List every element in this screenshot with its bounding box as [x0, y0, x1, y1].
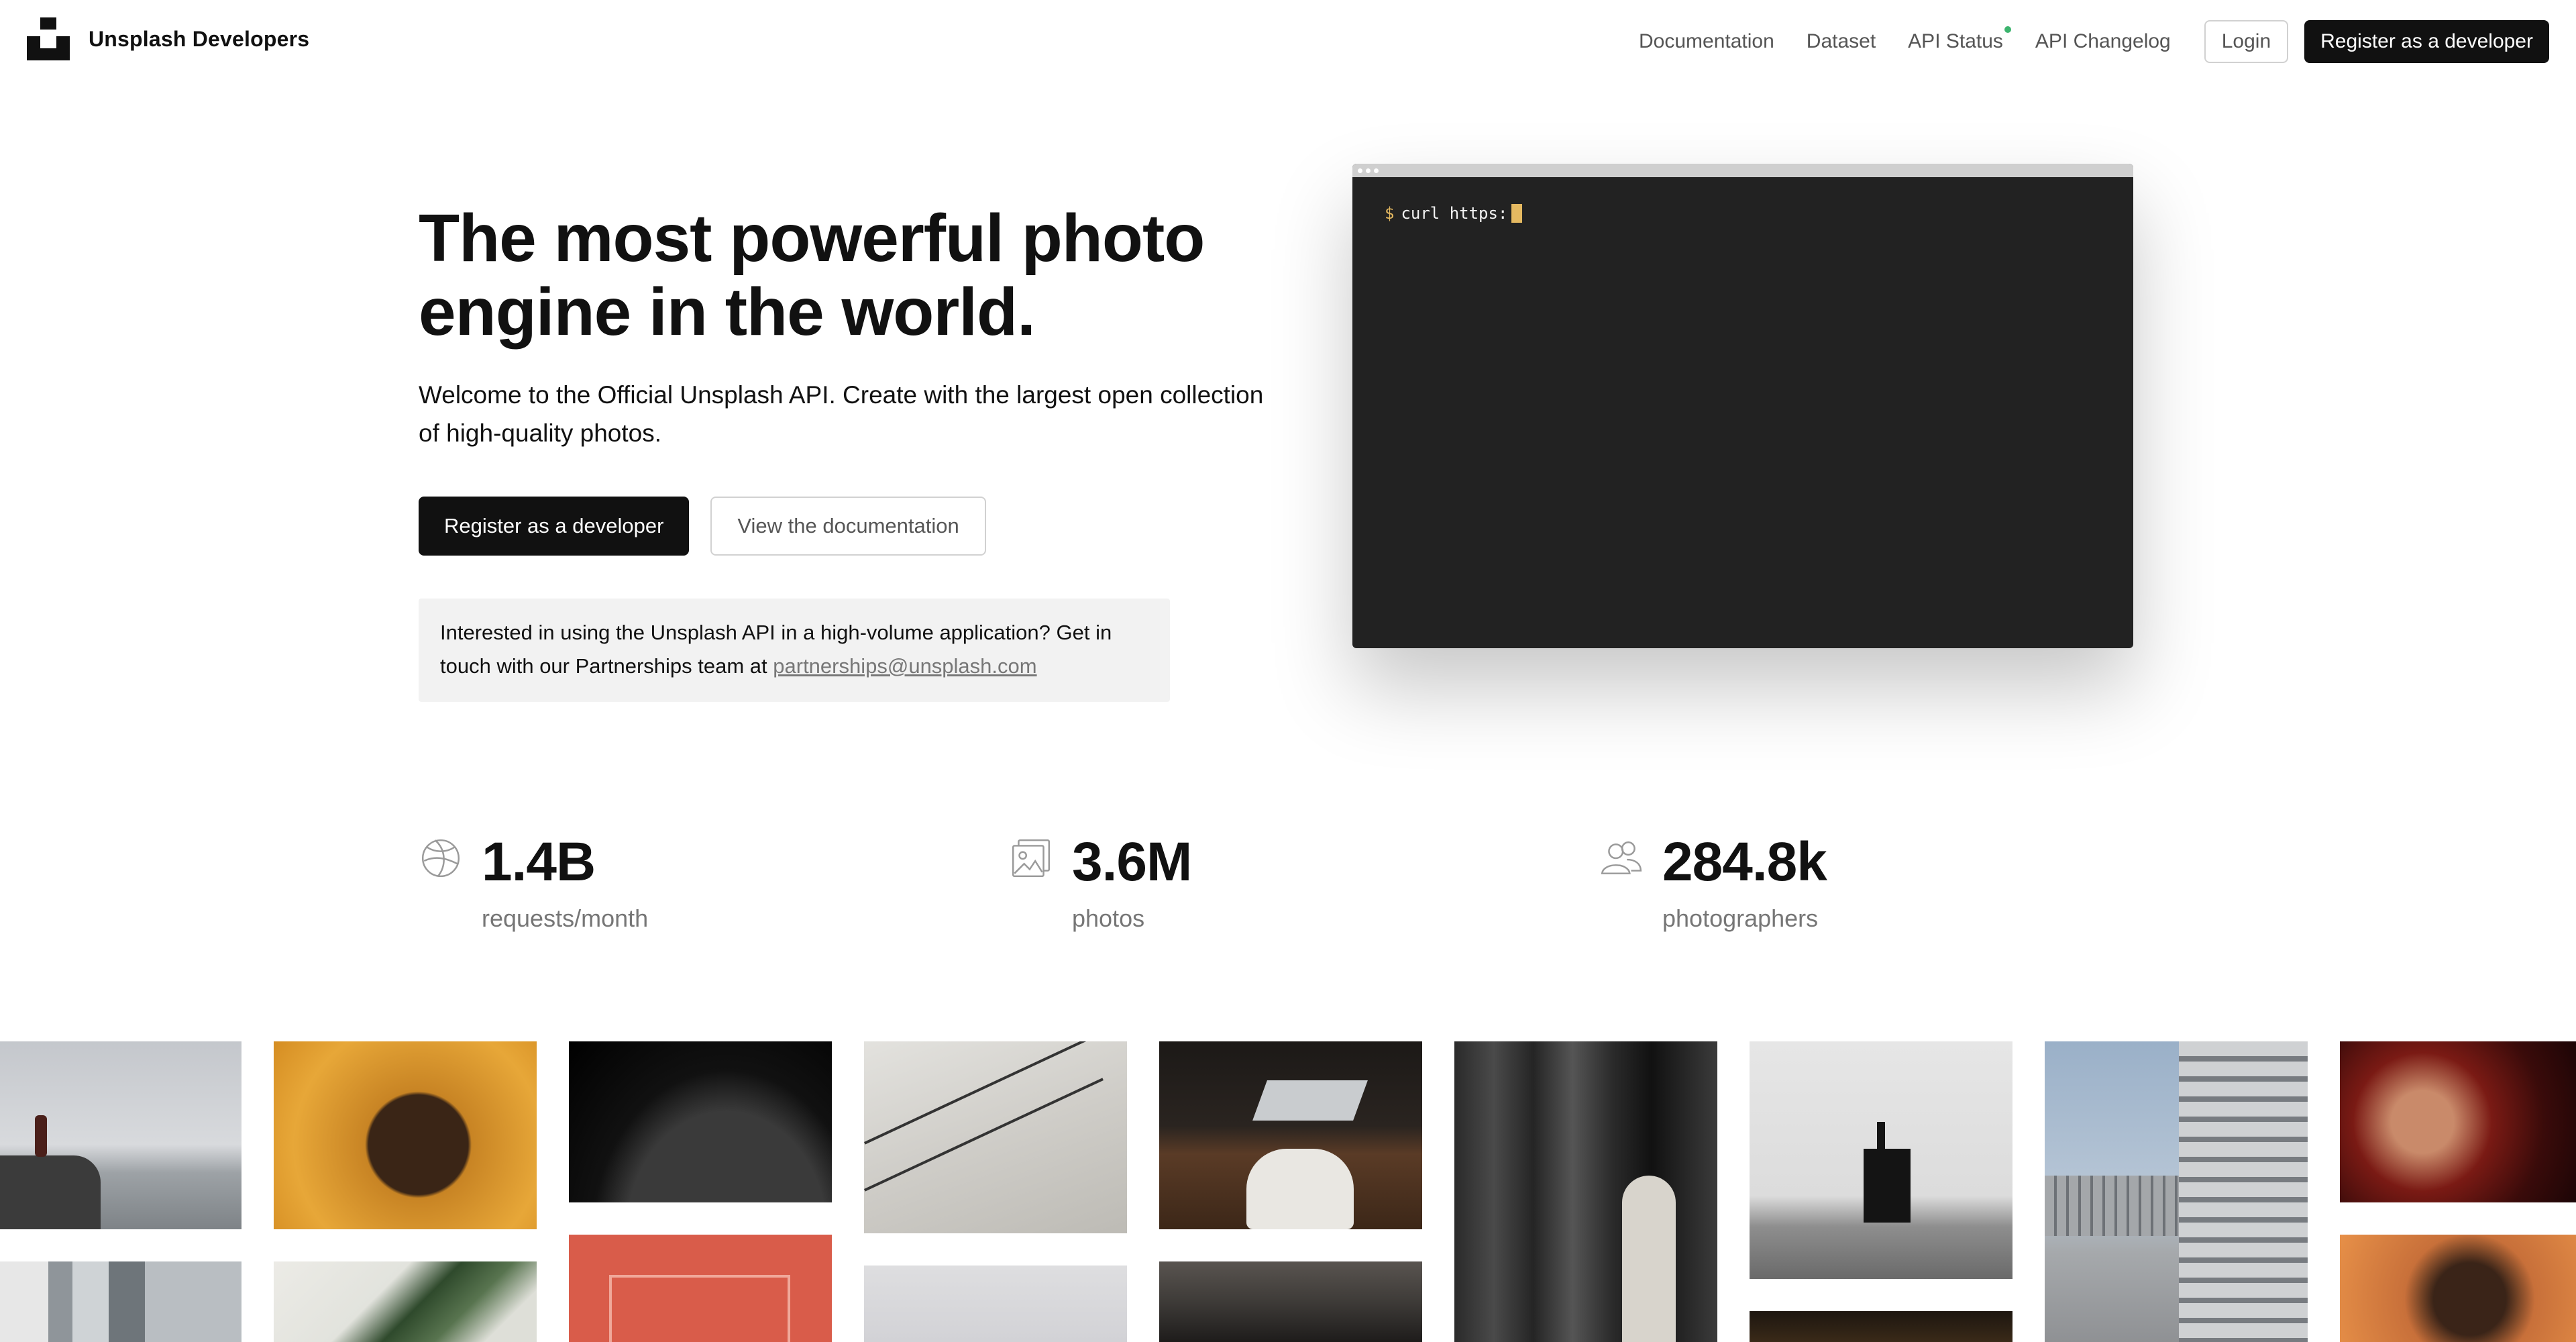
- photo-tile: [0, 1261, 241, 1342]
- register-developer-button[interactable]: Register as a developer: [419, 497, 690, 556]
- photo-tile: [569, 1235, 832, 1342]
- photo-tile: [569, 1041, 832, 1202]
- photo-tile: [2340, 1235, 2576, 1342]
- photo-tile: [864, 1041, 1127, 1233]
- window-dot-icon: [1358, 168, 1362, 173]
- page: Unsplash Developers Documentation Datase…: [0, 0, 2576, 1342]
- photo-tile: [274, 1261, 537, 1342]
- terminal-body: $ curl https:: [1352, 177, 2133, 250]
- hero-buttons: Register as a developer View the documen…: [419, 497, 986, 556]
- hero-title: The most powerful photo engine in the wo…: [419, 201, 1205, 350]
- photo-tile: [1750, 1311, 2012, 1342]
- status-dot-icon: [2004, 26, 2011, 33]
- terminal-prompt: $: [1385, 204, 1395, 223]
- register-nav-button[interactable]: Register as a developer: [2304, 20, 2549, 63]
- stat-label: requests/month: [482, 905, 649, 932]
- brand[interactable]: Unsplash Developers: [27, 17, 309, 60]
- view-documentation-button[interactable]: View the documentation: [710, 497, 986, 556]
- stat-label: photographers: [1662, 905, 1819, 932]
- window-dot-icon: [1374, 168, 1379, 173]
- photo-tile: [1159, 1261, 1422, 1342]
- stat-value: 284.8k: [1662, 831, 1827, 892]
- stat-value: 3.6M: [1072, 831, 1192, 892]
- nav-api-status-label: API Status: [1908, 30, 2003, 52]
- people-icon: [1601, 841, 1642, 874]
- stat-value: 1.4B: [482, 831, 596, 892]
- photo-tile: [864, 1266, 1127, 1342]
- brand-name: Unsplash Developers: [89, 26, 310, 51]
- photo-tile: [2340, 1041, 2576, 1202]
- login-button[interactable]: Login: [2204, 20, 2289, 63]
- photo-tile: [1750, 1041, 2012, 1279]
- terminal-command: curl https:: [1401, 204, 1508, 223]
- terminal-window: $ curl https:: [1352, 164, 2133, 648]
- photo-tile: [1159, 1041, 1422, 1229]
- globe-icon: [421, 839, 460, 878]
- stat-label: photos: [1072, 905, 1145, 932]
- photo-tile: [0, 1041, 241, 1229]
- terminal-cursor: [1511, 204, 1523, 223]
- hero-subtitle: Welcome to the Official Unsplash API. Cr…: [419, 381, 1264, 447]
- nav-api-changelog[interactable]: API Changelog: [2035, 30, 2171, 53]
- nav-api-status[interactable]: API Status: [1908, 26, 2011, 53]
- partnership-notice: Interested in using the Unsplash API in …: [419, 599, 1170, 702]
- nav-documentation[interactable]: Documentation: [1639, 30, 1774, 53]
- top-nav: Documentation Dataset API Status API Cha…: [1639, 20, 2549, 63]
- terminal-titlebar: [1352, 164, 2133, 177]
- photo-tile: [2045, 1041, 2308, 1342]
- partnership-email-link[interactable]: partnerships@unsplash.com: [773, 654, 1036, 678]
- photo-tile: [274, 1041, 537, 1229]
- nav-dataset[interactable]: Dataset: [1807, 30, 1876, 53]
- window-dot-icon: [1366, 168, 1371, 173]
- photo-tile: [1454, 1041, 1717, 1342]
- unsplash-logo-icon: [27, 17, 70, 60]
- image-icon: [1012, 839, 1051, 878]
